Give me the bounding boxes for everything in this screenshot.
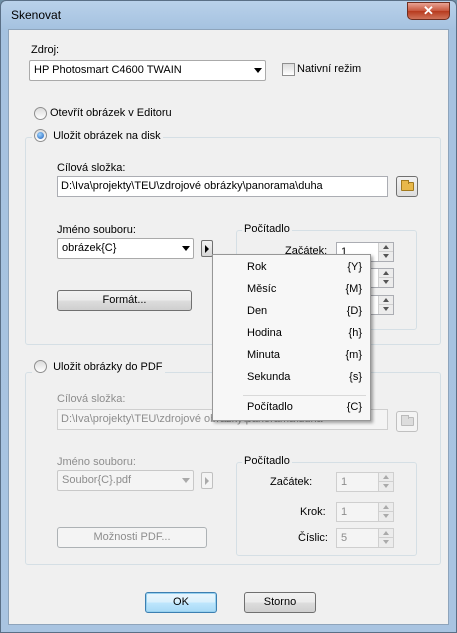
spin-up-icon[interactable] [379, 529, 393, 538]
menu-item-hour[interactable]: Hodina {h} [215, 323, 368, 345]
menu-item-token: {m} [345, 349, 362, 361]
format-button[interactable]: Formát... [57, 290, 192, 311]
spin-down-icon[interactable] [379, 482, 393, 491]
pdf-filename-combo[interactable]: Soubor{C}.pdf [57, 470, 194, 491]
token-popup-menu: Rok {Y} Měsíc {M} Den {D} Hodina {h} Min… [212, 254, 371, 421]
save-to-pdf-header: Uložit obrázky do PDF [32, 360, 165, 375]
spin-down-icon[interactable] [379, 252, 393, 261]
close-button[interactable]: ✕ [407, 2, 450, 20]
spinner-arrows [378, 503, 393, 521]
pdf-browse-folder-button[interactable] [396, 411, 418, 432]
save-to-disk-label: Uložit obrázek na disk [53, 130, 161, 143]
source-select[interactable]: HP Photosmart C4600 TWAIN [29, 60, 266, 81]
pdf-counter-digits-spinner[interactable]: 5 [336, 528, 394, 548]
pdf-counter-start-label: Začátek: [270, 476, 313, 488]
target-folder-input[interactable]: D:\Iva\projekty\TEU\zdrojové obrázky\pan… [57, 176, 388, 197]
menu-item-label: Rok [247, 261, 267, 273]
menu-item-label: Den [247, 305, 268, 317]
spinner-arrows [378, 473, 393, 491]
spin-down-icon[interactable] [379, 305, 393, 314]
pdf-filename-value: Soubor{C}.pdf [62, 474, 132, 486]
menu-item-day[interactable]: Den {D} [215, 301, 368, 323]
pdf-filename-label: Jméno souboru: [57, 456, 136, 468]
pdf-counter-step-spinner[interactable]: 1 [336, 502, 394, 522]
arrow-right-icon [205, 477, 209, 485]
arrow-right-icon [205, 245, 209, 253]
spin-down-icon[interactable] [379, 512, 393, 521]
save-to-disk-header: Uložit obrázek na disk [32, 129, 163, 144]
save-to-pdf-label: Uložit obrázky do PDF [53, 361, 163, 374]
spinner-arrows [378, 243, 393, 261]
chevron-down-icon [182, 478, 190, 483]
close-icon: ✕ [423, 3, 434, 18]
pdf-counter-step-label: Krok: [300, 506, 326, 518]
menu-item-label: Hodina [247, 327, 282, 339]
cancel-button[interactable]: Storno [244, 592, 316, 613]
menu-item-token: {D} [346, 305, 362, 317]
source-label: Zdroj: [31, 44, 60, 56]
spin-down-icon[interactable] [379, 278, 393, 287]
menu-item-label: Počítadlo [247, 401, 293, 413]
pdf-insert-token-button[interactable] [201, 472, 213, 489]
pdf-target-folder-label: Cílová složka: [57, 393, 126, 405]
menu-item-minute[interactable]: Minuta {m} [215, 345, 368, 367]
menu-item-counter[interactable]: Počítadlo {C} [215, 397, 368, 419]
menu-item-label: Minuta [247, 349, 281, 361]
spinner-arrows [378, 529, 393, 547]
menu-item-year[interactable]: Rok {Y} [215, 257, 368, 279]
spinner-arrows [378, 296, 393, 314]
save-to-pdf-radio[interactable] [34, 360, 47, 373]
spin-up-icon[interactable] [379, 503, 393, 512]
pdf-counter-start-spinner[interactable]: 1 [336, 472, 394, 492]
save-to-disk-radio[interactable] [34, 129, 47, 142]
source-selected-value: HP Photosmart C4600 TWAIN [34, 64, 182, 76]
chevron-down-icon [254, 68, 262, 73]
spin-up-icon[interactable] [379, 473, 393, 482]
menu-separator [243, 395, 366, 396]
menu-item-token: {M} [345, 283, 362, 295]
menu-item-month[interactable]: Měsíc {M} [215, 279, 368, 301]
pdf-options-button[interactable]: Možnosti PDF... [57, 527, 207, 548]
title-bar[interactable]: Skenovat ✕ [1, 1, 456, 29]
pdf-counter-start-value: 1 [341, 476, 348, 488]
disk-counter-title: Počítadlo [242, 223, 292, 235]
spin-down-icon[interactable] [379, 538, 393, 547]
menu-item-token: {C} [346, 401, 362, 413]
filename-combo[interactable]: obrázek{C} [57, 238, 194, 259]
open-in-editor-radio[interactable] [34, 107, 47, 120]
ok-button[interactable]: OK [145, 592, 217, 613]
chevron-down-icon [182, 246, 190, 251]
spin-up-icon[interactable] [379, 243, 393, 252]
window-title: Skenovat [11, 8, 62, 22]
spin-up-icon[interactable] [379, 296, 393, 305]
menu-item-token: {s} [349, 371, 362, 383]
spinner-arrows [378, 269, 393, 287]
menu-item-label: Měsíc [247, 283, 277, 295]
folder-icon [401, 415, 414, 426]
menu-item-label: Sekunda [247, 371, 291, 383]
filename-label: Jméno souboru: [57, 224, 136, 236]
target-folder-label: Cílová složka: [57, 162, 126, 174]
filename-value: obrázek{C} [62, 242, 117, 254]
menu-item-token: {h} [348, 327, 362, 339]
native-mode-label: Nativní režim [297, 63, 362, 75]
pdf-counter-digits-label: Číslic: [298, 532, 328, 544]
native-mode-checkbox[interactable] [282, 63, 295, 76]
menu-item-token: {Y} [347, 261, 362, 273]
browse-folder-button[interactable] [396, 176, 418, 197]
menu-item-second[interactable]: Sekunda {s} [215, 367, 368, 389]
pdf-counter-digits-value: 5 [341, 532, 348, 544]
spin-up-icon[interactable] [379, 269, 393, 278]
folder-icon [401, 180, 414, 191]
pdf-counter-step-value: 1 [341, 506, 348, 518]
pdf-counter-title: Počítadlo [242, 455, 292, 467]
open-in-editor-label: Otevřít obrázek v Editoru [50, 107, 172, 119]
